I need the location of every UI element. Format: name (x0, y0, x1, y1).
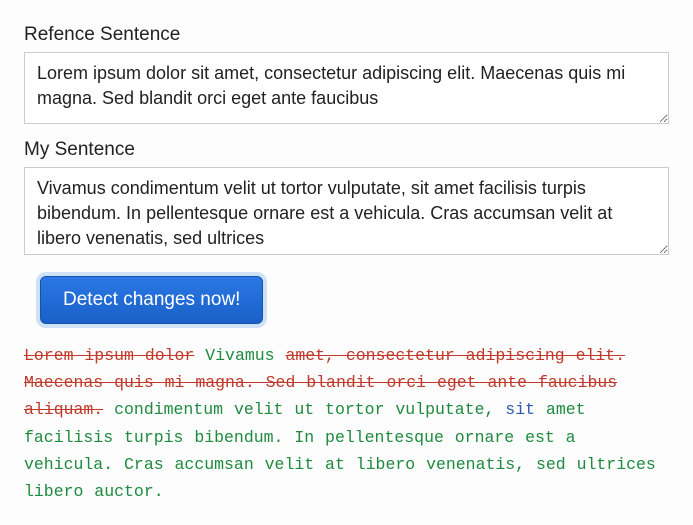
diff-inserted: Vivamus (205, 346, 274, 365)
diff-inserted: condimentum velit ut tortor vulputate, (114, 400, 494, 419)
my-sentence-textarea[interactable] (24, 167, 669, 255)
my-sentence-label: My Sentence (24, 139, 669, 161)
diff-deleted: Lorem ipsum dolor (24, 346, 194, 365)
reference-textarea[interactable] (24, 52, 669, 124)
diff-output: Lorem ipsum dolor Vivamus amet, consecte… (24, 342, 669, 505)
detect-changes-button[interactable]: Detect changes now! (40, 276, 263, 324)
diff-unchanged: sit (505, 400, 535, 419)
reference-label: Refence Sentence (24, 24, 669, 46)
